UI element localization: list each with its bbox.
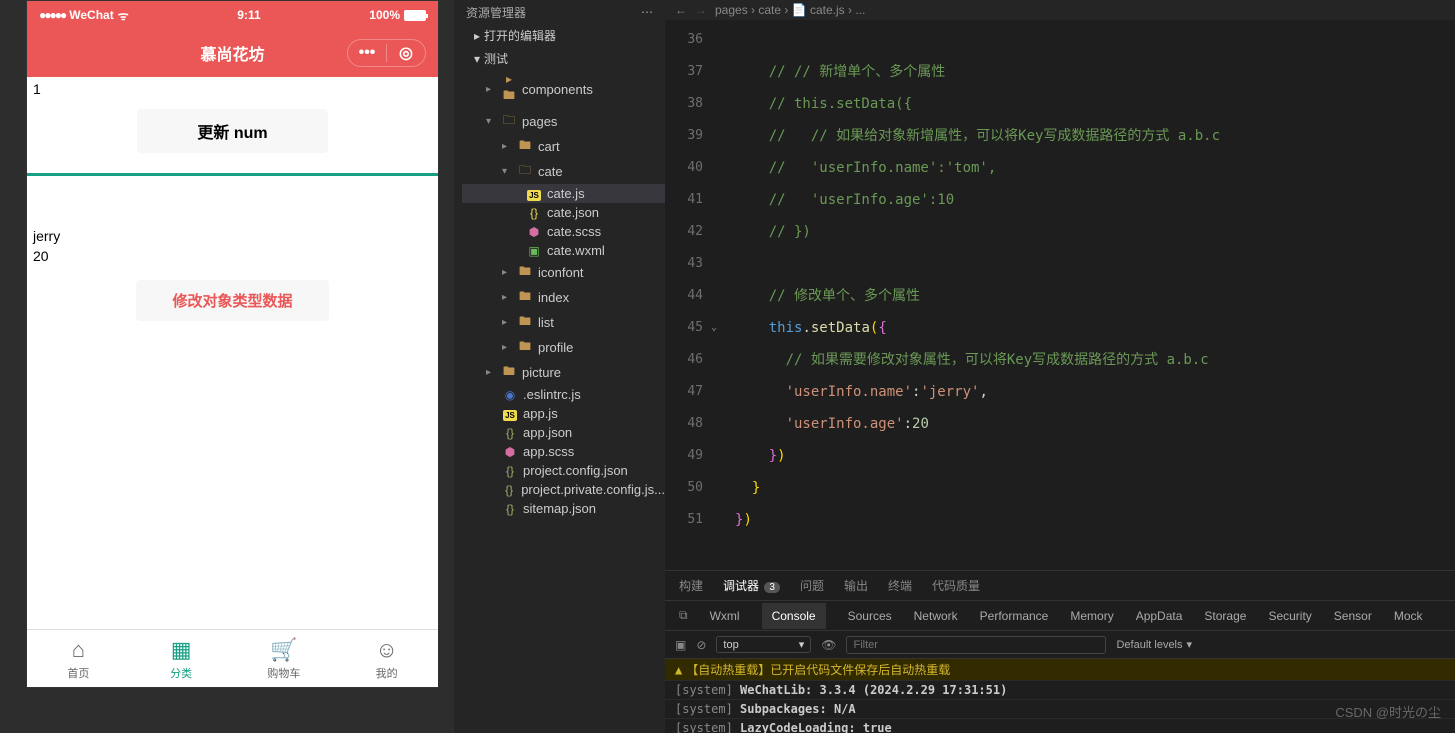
project-section[interactable]: ▾测试	[454, 47, 665, 70]
tree-folder-cart[interactable]: ▸🖿cart	[462, 134, 665, 159]
tab-quality[interactable]: 代码质量	[932, 577, 980, 594]
simulator-content: 1 更新 num jerry 20 修改对象类型数据	[27, 77, 438, 629]
tree-file-catejson[interactable]: {}cate.json	[462, 203, 665, 222]
tab-debugger[interactable]: 调试器 3	[723, 577, 780, 594]
tree-file-eslintrc[interactable]: ◉.eslintrc.js	[462, 385, 665, 404]
category-icon: ▦	[171, 637, 192, 663]
cart-icon: 🛒	[270, 637, 297, 663]
editor-breadcrumb[interactable]: ← → pages › cate › 📄 cate.js › ...	[665, 0, 1455, 20]
capsule-menu-icon[interactable]: •••	[348, 40, 386, 66]
nav-fwd-icon[interactable]: →	[695, 3, 707, 17]
tree-folder-components[interactable]: ▸▸🖿components	[462, 70, 665, 109]
home-icon: ⌂	[72, 637, 85, 663]
devtab-storage[interactable]: Storage	[1204, 609, 1246, 623]
battery-icon	[404, 10, 426, 21]
tree-file-appscss[interactable]: ⬢app.scss	[462, 442, 665, 461]
capsule-close-icon[interactable]: ◎	[387, 40, 425, 66]
tree-folder-iconfont[interactable]: ▸🖿iconfont	[462, 260, 665, 285]
tab-bar: ⌂首页 ▦分类 🛒购物车 ☺我的	[27, 629, 438, 687]
devtab-sensor[interactable]: Sensor	[1334, 609, 1372, 623]
more-icon[interactable]: ⋯	[641, 5, 653, 19]
tree-file-appjs[interactable]: JSapp.js	[462, 404, 665, 423]
inspect-icon[interactable]: ⧉	[679, 608, 688, 623]
page-title: 慕尚花坊	[200, 41, 264, 65]
tree-folder-profile[interactable]: ▸🖿profile	[462, 335, 665, 360]
devtab-appdata[interactable]: AppData	[1136, 609, 1183, 623]
tab-home[interactable]: ⌂首页	[27, 630, 130, 687]
console-messages[interactable]: ▲【自动热重载】已开启代码文件保存后自动热重载[system] WeChatLi…	[665, 659, 1455, 733]
code-lines[interactable]: // // 新增单个、多个属性 // this.setData({ // // …	[715, 20, 1455, 570]
tab-problems[interactable]: 问题	[800, 577, 824, 594]
tree-file-sitemap[interactable]: {}sitemap.json	[462, 499, 665, 518]
battery-pct: 100%	[369, 8, 400, 22]
tab-profile[interactable]: ☺我的	[335, 630, 438, 687]
devtab-console[interactable]: Console	[762, 603, 826, 629]
levels-selector[interactable]: Default levels▾	[1116, 638, 1192, 651]
explorer-header: 资源管理器 ⋯	[454, 0, 665, 24]
carrier-label: WeChat	[69, 8, 113, 22]
userinfo-name: jerry	[27, 226, 438, 246]
tab-category[interactable]: ▦分类	[130, 630, 233, 687]
tab-output[interactable]: 输出	[844, 577, 868, 594]
console-toolbar: ▣ ⊘ top▾ 👁 Default levels▾	[665, 631, 1455, 659]
tab-cart[interactable]: 🛒购物车	[233, 630, 336, 687]
devtab-performance[interactable]: Performance	[980, 609, 1049, 623]
tree-folder-list[interactable]: ▸🖿list	[462, 310, 665, 335]
line-gutter: 36373839404142434445⌄464748495051	[665, 20, 715, 570]
simulator-panel: ●●●●● WeChat ᯤ 9:11 100% 慕尚花坊 ••• ◎ 1 更新…	[26, 0, 439, 688]
nav-bar: 慕尚花坊 ••• ◎	[27, 29, 438, 77]
explorer-panel: 资源管理器 ⋯ ▸打开的编辑器 ▾测试 ▸▸🖿components ▾🗀page…	[454, 0, 665, 733]
tree-file-projectprivate[interactable]: {}project.private.config.js...	[462, 480, 665, 499]
watermark: CSDN @时光の尘	[1335, 702, 1441, 721]
tree-file-catejs[interactable]: JScate.js	[462, 184, 665, 203]
num-value: 1	[27, 77, 438, 101]
tree-file-projectconfig[interactable]: {}project.config.json	[462, 461, 665, 480]
devtab-wxml[interactable]: Wxml	[710, 609, 740, 623]
devtab-network[interactable]: Network	[914, 609, 958, 623]
update-num-button[interactable]: 更新 num	[137, 109, 327, 153]
tree-folder-cate[interactable]: ▾🗀cate	[462, 159, 665, 184]
devtab-memory[interactable]: Memory	[1070, 609, 1113, 623]
code-editor[interactable]: 36373839404142434445⌄464748495051 // // …	[665, 20, 1455, 570]
capsule-button[interactable]: ••• ◎	[347, 39, 426, 67]
signal-dots-icon: ●●●●●	[39, 8, 65, 22]
devtab-mock[interactable]: Mock	[1394, 609, 1423, 623]
tab-build[interactable]: 构建	[679, 577, 703, 594]
devtab-sources[interactable]: Sources	[848, 609, 892, 623]
editor-area: ← → pages › cate › 📄 cate.js › ... 36373…	[665, 0, 1455, 733]
status-bar: ●●●●● WeChat ᯤ 9:11 100%	[27, 1, 438, 29]
eye-icon[interactable]: 👁	[821, 638, 836, 652]
tree-file-catescss[interactable]: ⬢cate.scss	[462, 222, 665, 241]
tree-folder-pages[interactable]: ▾🗀pages	[462, 109, 665, 134]
filter-input[interactable]	[846, 636, 1106, 654]
tree-folder-index[interactable]: ▸🖿index	[462, 285, 665, 310]
tree-folder-picture[interactable]: ▸🖿picture	[462, 360, 665, 385]
clock-label: 9:11	[129, 8, 370, 22]
wifi-icon: ᯤ	[118, 7, 129, 24]
sidebar-toggle-icon[interactable]: ▣	[675, 638, 686, 652]
profile-icon: ☺	[375, 637, 397, 663]
tree-file-catewxml[interactable]: ▣cate.wxml	[462, 241, 665, 260]
nav-back-icon[interactable]: ←	[675, 3, 687, 17]
context-selector[interactable]: top▾	[716, 636, 811, 653]
modify-object-button[interactable]: 修改对象类型数据	[136, 280, 328, 321]
open-editors-section[interactable]: ▸打开的编辑器	[454, 24, 665, 47]
devtab-security[interactable]: Security	[1268, 609, 1311, 623]
tab-terminal[interactable]: 终端	[888, 577, 912, 594]
devtools-tabs: ⧉ Wxml Console Sources Network Performan…	[665, 601, 1455, 631]
panel-tabs: 构建 调试器 3 问题 输出 终端 代码质量	[665, 571, 1455, 601]
tree-file-appjson[interactable]: {}app.json	[462, 423, 665, 442]
userinfo-age: 20	[27, 246, 438, 266]
clear-console-icon[interactable]: ⊘	[696, 638, 706, 652]
